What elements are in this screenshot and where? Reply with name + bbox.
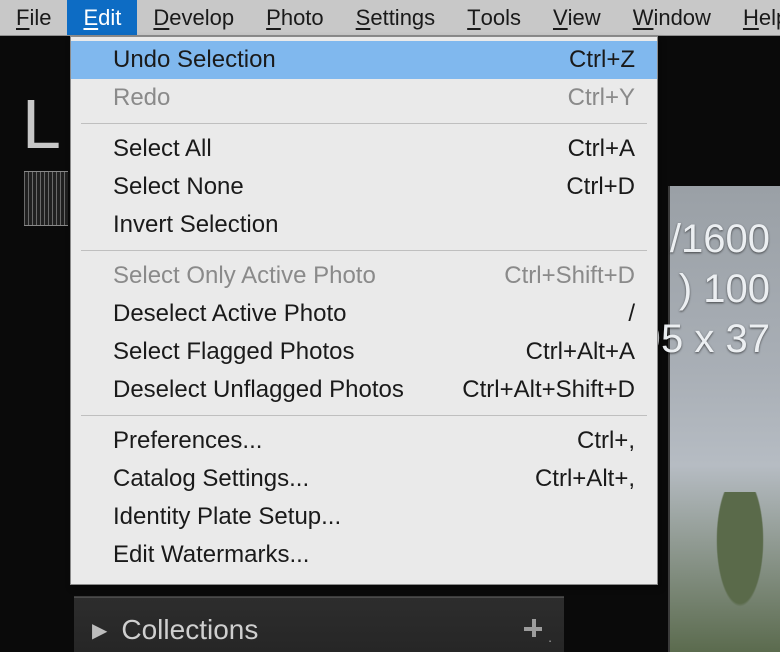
menu-settings[interactable]: Settings [340,0,452,35]
left-panel: ▶ Collections . [74,596,564,652]
image-metadata-overlay: /1600 ) 100 95 x 37 [639,214,770,364]
menu-help[interactable]: Help [727,0,780,35]
menu-edit[interactable]: Edit [67,0,137,35]
menu-item-select-none[interactable]: Select NoneCtrl+D [71,168,657,206]
menu-item-undo-selection[interactable]: Undo SelectionCtrl+Z [71,41,657,79]
collections-label: Collections [121,614,258,646]
menu-item-label: Deselect Active Photo [113,300,628,328]
menu-item-preferences[interactable]: Preferences...Ctrl+, [71,422,657,460]
add-collection-icon[interactable]: . [524,619,546,641]
menu-item-shortcut: Ctrl+Alt+A [526,338,635,366]
menu-tools[interactable]: Tools [451,0,537,35]
menu-photo[interactable]: Photo [250,0,340,35]
menu-item-label: Identity Plate Setup... [113,503,635,531]
menu-item-label: Catalog Settings... [113,465,535,493]
menu-separator [81,415,647,416]
menu-item-label: Deselect Unflagged Photos [113,376,462,404]
menu-item-deselect-unflagged-photos[interactable]: Deselect Unflagged PhotosCtrl+Alt+Shift+… [71,371,657,409]
menu-view[interactable]: View [537,0,617,35]
menu-item-select-all[interactable]: Select AllCtrl+A [71,130,657,168]
menu-item-identity-plate-setup[interactable]: Identity Plate Setup... [71,498,657,536]
menu-item-label: Edit Watermarks... [113,541,635,569]
menu-item-shortcut: Ctrl+D [566,173,635,201]
menu-item-label: Select All [113,135,568,163]
metadata-shutter: /1600 [639,214,770,264]
menu-file[interactable]: File [0,0,67,35]
app-title: L [22,84,62,164]
menu-separator [81,250,647,251]
menu-item-label: Select Only Active Photo [113,262,504,290]
menu-item-label: Invert Selection [113,211,635,239]
menu-separator [81,123,647,124]
menu-item-shortcut: / [628,300,635,328]
menu-item-shortcut: Ctrl+Alt+, [535,465,635,493]
menu-item-shortcut: Ctrl+, [577,427,635,455]
metadata-iso: ) 100 [639,264,770,314]
metadata-dimensions: 95 x 37 [639,314,770,364]
menu-item-label: Select None [113,173,566,201]
menu-item-redo: RedoCtrl+Y [71,79,657,117]
menu-item-select-only-active-photo: Select Only Active PhotoCtrl+Shift+D [71,257,657,295]
menu-item-label: Redo [113,84,568,112]
menu-item-shortcut: Ctrl+Alt+Shift+D [462,376,635,404]
menu-item-catalog-settings[interactable]: Catalog Settings...Ctrl+Alt+, [71,460,657,498]
menu-item-deselect-active-photo[interactable]: Deselect Active Photo/ [71,295,657,333]
menu-item-label: Select Flagged Photos [113,338,526,366]
menu-develop[interactable]: Develop [137,0,250,35]
image-content [700,492,780,652]
menubar: FileEditDevelopPhotoSettingsToolsViewWin… [0,0,780,36]
filmstrip-thumb [24,171,68,226]
menu-item-invert-selection[interactable]: Invert Selection [71,206,657,244]
menu-item-label: Preferences... [113,427,577,455]
collections-panel-header[interactable]: ▶ Collections . [74,597,564,652]
menu-item-shortcut: Ctrl+Z [569,46,635,74]
menu-item-shortcut: Ctrl+Y [568,84,635,112]
menu-item-shortcut: Ctrl+Shift+D [504,262,635,290]
edit-menu-dropdown: Undo SelectionCtrl+ZRedoCtrl+YSelect All… [70,36,658,585]
menu-item-label: Undo Selection [113,46,569,74]
menu-window[interactable]: Window [617,0,727,35]
disclosure-triangle-icon: ▶ [92,618,107,643]
menu-item-shortcut: Ctrl+A [568,135,635,163]
menu-item-select-flagged-photos[interactable]: Select Flagged PhotosCtrl+Alt+A [71,333,657,371]
menu-item-edit-watermarks[interactable]: Edit Watermarks... [71,536,657,574]
